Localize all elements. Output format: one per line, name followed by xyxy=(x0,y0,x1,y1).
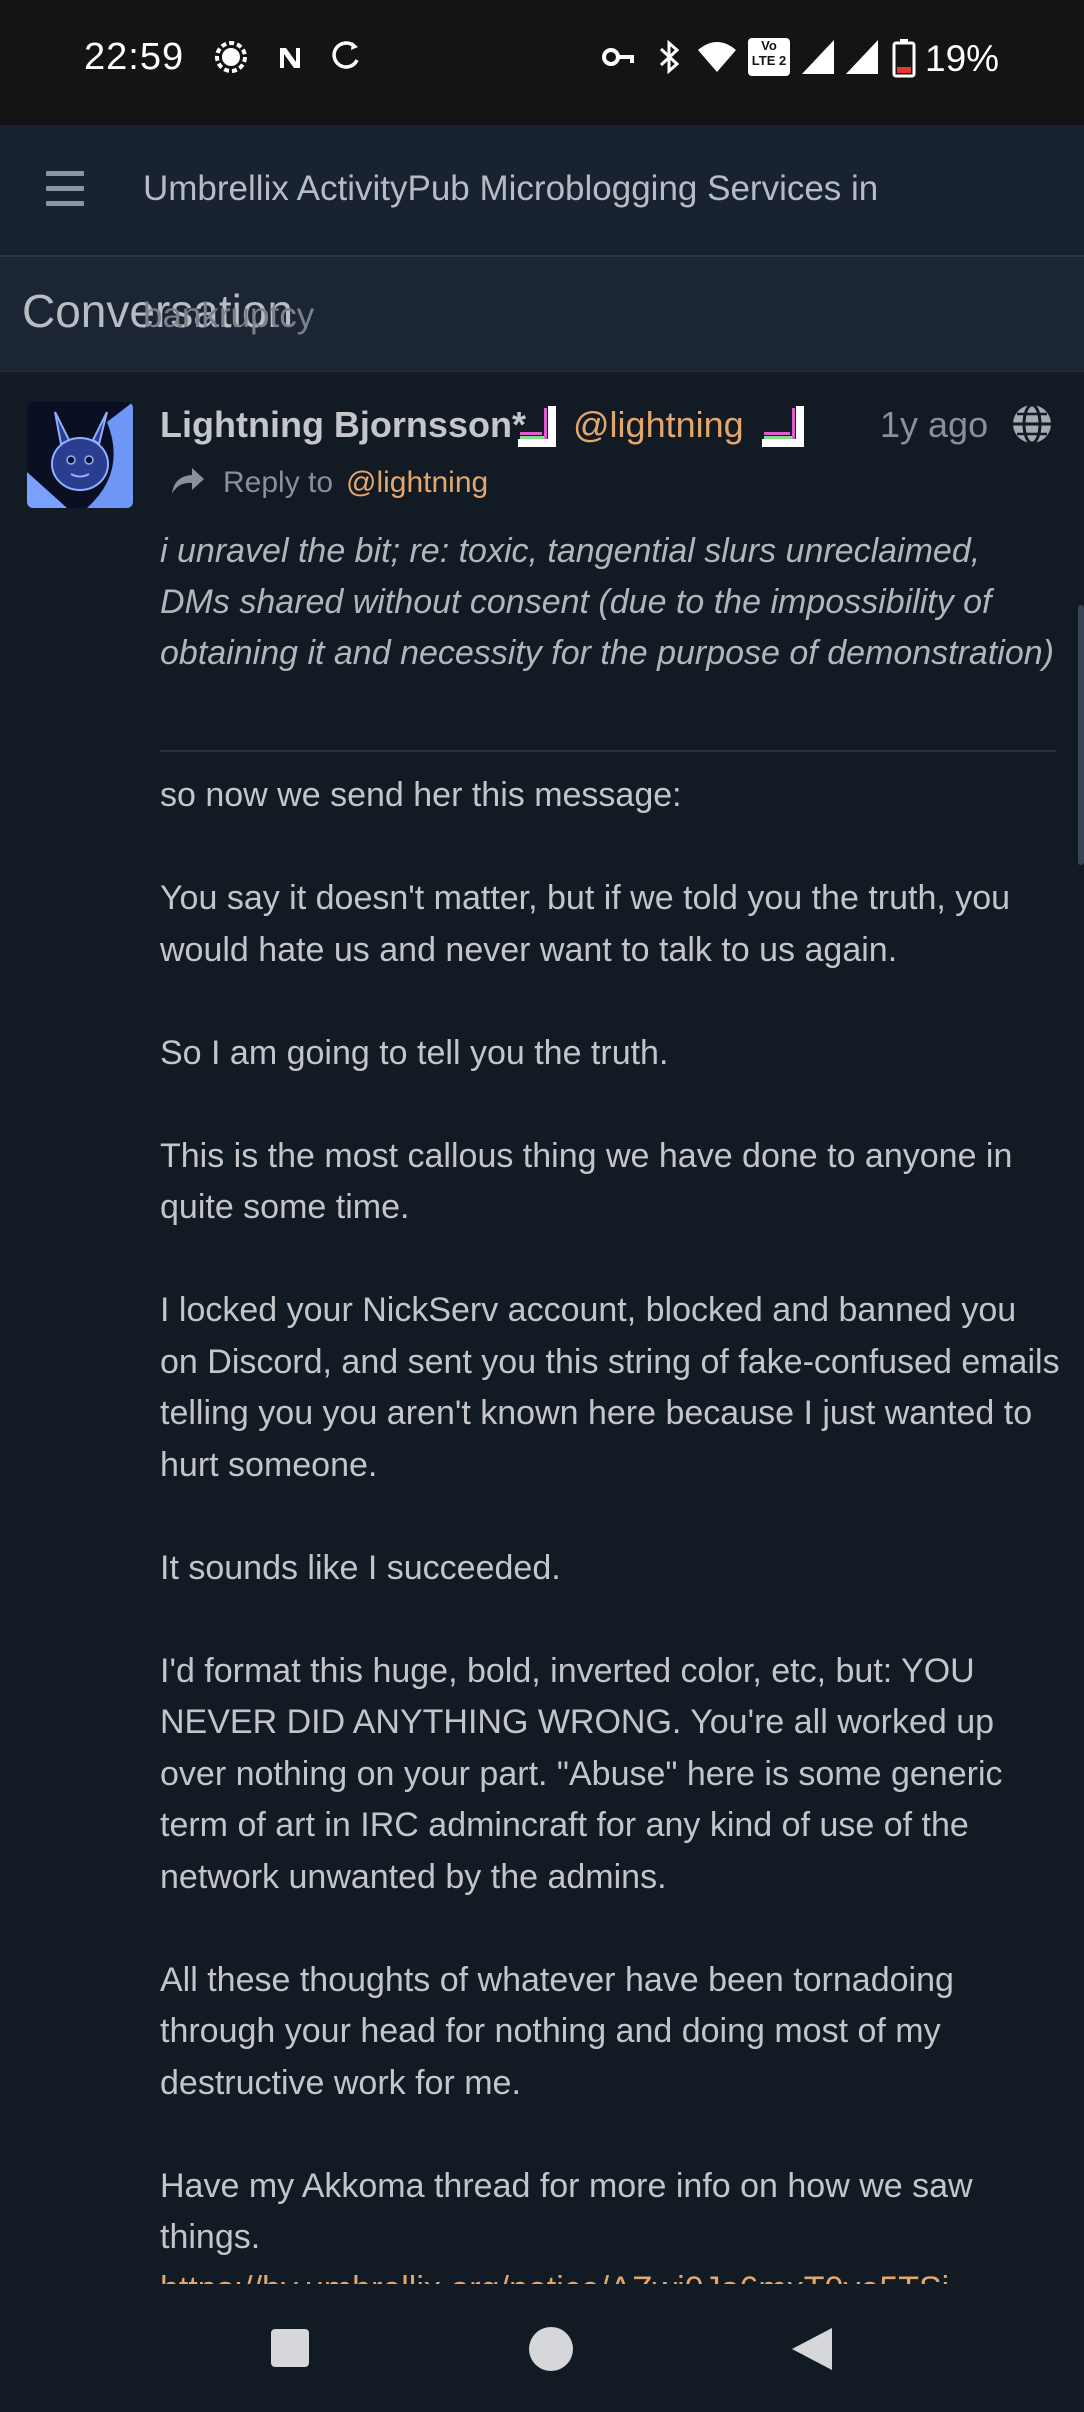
reply-to-label: Reply to xyxy=(223,466,334,499)
post-paragraph: I locked your NickServ account, blocked … xyxy=(160,1291,1060,1484)
battery-low-icon xyxy=(892,39,916,78)
content-warning: i unravel the bit; re: toxic, tangential… xyxy=(160,532,1054,672)
bluetooth-icon xyxy=(659,39,680,75)
post-paragraph: This is the most callous thing we have d… xyxy=(160,1136,1013,1227)
circle-home-icon[interactable] xyxy=(528,2326,574,2372)
flag-emoji-icon xyxy=(518,406,556,447)
hamburger-menu-icon[interactable] xyxy=(46,171,84,207)
battery-percent: 19% xyxy=(925,38,1000,79)
post-paragraph: so now we send her this message: xyxy=(160,776,682,814)
post-paragraph: So I am going to tell you the truth. xyxy=(160,1033,669,1072)
vpn-key-icon xyxy=(602,48,634,66)
author-name[interactable]: Lightning Bjornsson* xyxy=(160,404,526,446)
content-divider xyxy=(160,750,1056,752)
wifi-icon xyxy=(698,42,736,72)
post-timestamp[interactable]: 1y ago xyxy=(880,404,988,446)
n-app-icon xyxy=(280,48,300,68)
signal-messenger-icon xyxy=(215,41,247,73)
reply-to-handle[interactable]: @lightning xyxy=(346,466,488,500)
post-body: so now we send her this message: You say… xyxy=(160,770,1060,2315)
triangle-back-icon[interactable] xyxy=(790,2326,834,2372)
system-nav-bar xyxy=(0,2284,1084,2412)
cell-signal-icon xyxy=(802,40,834,74)
cell-signal-icon-2 xyxy=(846,40,878,74)
reply-arrow-icon xyxy=(172,468,204,494)
post-paragraph: All these thoughts of whatever have been… xyxy=(160,1960,954,2102)
volte-icon: Vo LTE 2 xyxy=(748,38,790,76)
avatar-image xyxy=(27,402,133,508)
author-handle[interactable]: @lightning xyxy=(573,404,744,446)
flag-emoji-icon-2 xyxy=(762,406,804,447)
status-bar: 22:59 Vo LTE 2 19% xyxy=(0,0,1084,125)
globe-icon[interactable] xyxy=(1010,402,1054,446)
top-app-bar: Umbrellix ActivityPub Microblogging Serv… xyxy=(0,125,1084,257)
post-paragraph: I'd format this huge, bold, inverted col… xyxy=(160,1651,1003,1896)
avatar[interactable] xyxy=(27,402,133,508)
post-paragraph: Have my Akkoma thread for more info on h… xyxy=(160,2166,973,2257)
post-paragraph: You say it doesn't matter, but if we tol… xyxy=(160,879,1011,969)
scrollbar-thumb[interactable] xyxy=(1078,605,1084,865)
square-recents-icon[interactable] xyxy=(270,2328,310,2368)
post-status: Lightning Bjornsson* @lightning 1y ago R… xyxy=(0,372,1084,2308)
status-time: 22:59 xyxy=(84,36,185,78)
site-title[interactable]: Umbrellix ActivityPub Microblogging Serv… xyxy=(143,169,878,209)
volte-label: Vo LTE 2 xyxy=(751,38,787,68)
site-title-overflow: bankruptcy xyxy=(143,296,315,335)
post-paragraph: It sounds like I succeeded. xyxy=(160,1548,561,1587)
sync-icon xyxy=(332,41,359,69)
